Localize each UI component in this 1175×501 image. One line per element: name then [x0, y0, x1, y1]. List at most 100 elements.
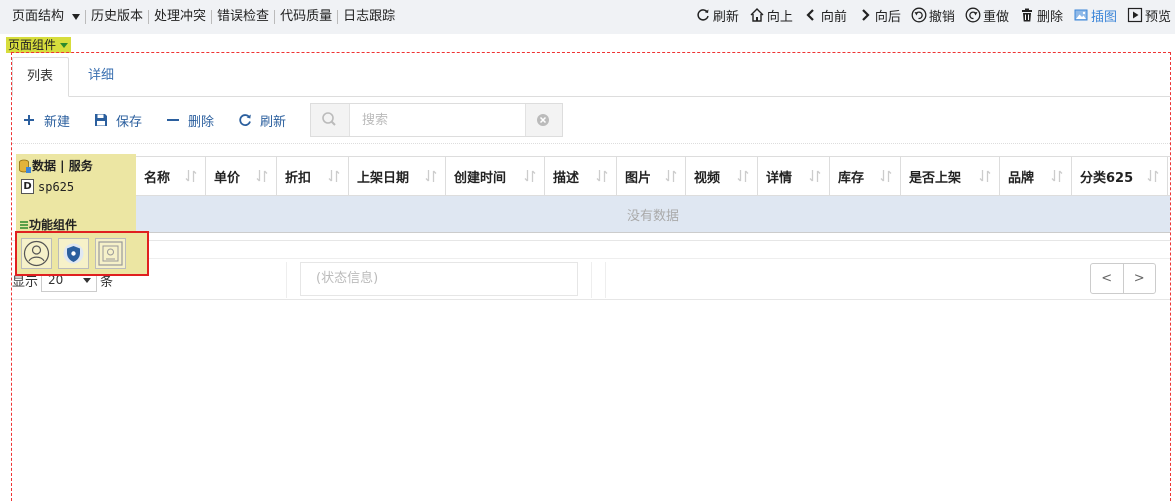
toolbar-undo-label: 撤销 [928, 9, 955, 25]
sort-icon[interactable] [596, 169, 608, 183]
divider [12, 143, 1170, 144]
toolbar-next-button[interactable]: 向后 [857, 6, 901, 25]
column-header[interactable]: 是否上架 [901, 157, 1000, 195]
toolbar-insert-image-label: 插图 [1090, 9, 1117, 25]
toolbar-refresh-button[interactable]: 刷新 [695, 6, 739, 25]
column-header[interactable]: 单价 [206, 157, 277, 195]
column-header[interactable]: 品牌 [1000, 157, 1072, 195]
frame-component-icon[interactable] [95, 238, 126, 269]
sort-icon[interactable] [185, 169, 197, 183]
play-icon [1127, 7, 1143, 23]
action-bar: 新建 保存 删除 刷新 [22, 103, 310, 137]
redo-icon [965, 7, 981, 23]
sort-icon[interactable] [256, 169, 268, 183]
refresh-icon [238, 113, 252, 127]
divider [12, 240, 1170, 241]
sort-icon[interactable] [880, 169, 892, 183]
search-icon[interactable] [311, 104, 349, 136]
chevron-left-icon [803, 7, 819, 23]
sort-icon[interactable] [425, 169, 437, 183]
data-source-icon: D [21, 179, 34, 194]
sort-icon[interactable] [665, 169, 677, 183]
column-header[interactable]: 描述 [545, 157, 617, 195]
column-header-label: 视频 [694, 170, 721, 186]
tab-detail[interactable]: 详细 [74, 57, 128, 97]
column-header-label: 折扣 [285, 170, 312, 186]
column-header[interactable]: 图片 [617, 157, 686, 195]
column-header[interactable]: 创建时间 [446, 157, 545, 195]
sort-icon[interactable] [328, 169, 340, 183]
toolbar-delete-label: 删除 [1036, 9, 1063, 25]
menu-log-trace[interactable]: 日志跟踪 [339, 9, 399, 25]
column-header[interactable]: 名称 [136, 157, 206, 195]
toolbar-up-button[interactable]: 向上 [749, 6, 793, 25]
column-header[interactable]: 详情 [758, 157, 830, 195]
menu-code-quality[interactable]: 代码质量 [276, 9, 336, 25]
sort-icon[interactable] [1147, 169, 1159, 183]
sort-icon[interactable] [1051, 169, 1063, 183]
pagination: < > [1090, 263, 1156, 294]
column-header[interactable]: 库存 [830, 157, 901, 195]
column-header-label: 名称 [144, 170, 171, 186]
minus-icon [166, 113, 180, 127]
toolbar-prev-button[interactable]: 向前 [803, 6, 847, 25]
toolbar-insert-image-button[interactable]: 插图 [1073, 6, 1117, 25]
sort-icon[interactable] [979, 169, 991, 183]
new-button-label: 新建 [44, 114, 71, 130]
divider [605, 262, 606, 298]
toolbar-next-label: 向后 [874, 9, 901, 25]
column-header[interactable]: 分类625 [1072, 157, 1168, 195]
function-components-highlight [15, 231, 149, 276]
toolbar-right: 刷新 向上 向前 向后 撤销 重做 删除 插图 预览 [685, 0, 1171, 30]
toolbar-preview-label: 预览 [1144, 9, 1171, 25]
home-up-icon [749, 7, 765, 23]
user-component-icon[interactable] [21, 238, 52, 269]
toolbar-refresh-label: 刷新 [712, 9, 739, 25]
clear-search-icon[interactable] [525, 104, 562, 136]
chevron-down-icon [60, 42, 69, 48]
divider [148, 10, 150, 24]
column-header[interactable]: 视频 [686, 157, 758, 195]
menu-history[interactable]: 历史版本 [87, 9, 147, 25]
empty-table-message: 没有数据 [136, 196, 1170, 233]
column-header[interactable]: 上架日期 [349, 157, 446, 195]
chevron-right-icon [857, 7, 873, 23]
tab-list[interactable]: 列表 [12, 57, 69, 97]
menu-page-structure[interactable]: 页面结构 [8, 9, 84, 25]
column-header[interactable]: 折扣 [277, 157, 349, 195]
service-name: sp625 [38, 179, 75, 194]
refresh-button-label: 刷新 [260, 114, 287, 130]
page-component-tag[interactable]: 页面组件 [6, 37, 72, 53]
column-header-label: 是否上架 [909, 170, 962, 186]
column-header-label: 描述 [553, 170, 580, 186]
undo-icon [911, 7, 927, 23]
toolbar-up-label: 向上 [766, 9, 793, 25]
menu-error-check[interactable]: 错误检查 [213, 9, 273, 25]
toolbar-preview-button[interactable]: 预览 [1127, 6, 1171, 25]
next-page-button[interactable]: > [1124, 264, 1156, 293]
toolbar-prev-label: 向前 [820, 9, 847, 25]
sort-icon[interactable] [809, 169, 821, 183]
new-button[interactable]: 新建 [22, 111, 70, 130]
menu-conflicts[interactable]: 处理冲突 [150, 9, 210, 25]
refresh-button[interactable]: 刷新 [238, 111, 286, 130]
shield-component-icon[interactable] [58, 238, 89, 269]
database-icon [19, 159, 31, 173]
toolbar-undo-button[interactable]: 撤销 [911, 6, 955, 25]
main-menu: 页面结构 历史版本 处理冲突 错误检查 代码质量 日志跟踪 [8, 0, 399, 34]
toolbar-delete-button[interactable]: 删除 [1019, 6, 1063, 25]
divider [591, 262, 592, 298]
column-header-label: 品牌 [1008, 170, 1035, 186]
toolbar-redo-button[interactable]: 重做 [965, 6, 1009, 25]
sort-icon[interactable] [737, 169, 749, 183]
search-input[interactable] [349, 104, 526, 136]
service-item[interactable]: D sp625 [21, 179, 74, 194]
delete-button[interactable]: 删除 [166, 111, 214, 130]
column-header-label: 分类625 [1080, 170, 1134, 186]
search-box [310, 103, 563, 137]
save-button[interactable]: 保存 [94, 111, 142, 130]
list-icon [20, 220, 28, 229]
divider [274, 10, 276, 24]
sort-icon[interactable] [524, 169, 536, 183]
prev-page-button[interactable]: < [1091, 264, 1124, 293]
